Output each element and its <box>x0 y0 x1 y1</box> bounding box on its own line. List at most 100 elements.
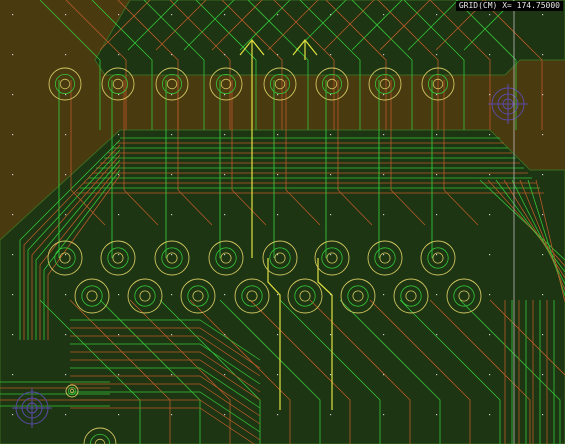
grid-dot <box>65 54 67 56</box>
grid-dot <box>277 174 279 176</box>
grid-dot <box>383 14 385 16</box>
grid-dot <box>489 14 491 16</box>
grid-dot <box>277 334 279 336</box>
grid-dot <box>542 294 544 296</box>
grid-dot <box>224 14 226 16</box>
grid-dot <box>330 254 332 256</box>
grid-dot <box>330 174 332 176</box>
grid-dot <box>65 414 67 416</box>
grid-dot <box>330 214 332 216</box>
grid-dot <box>224 334 226 336</box>
grid-dot <box>12 334 14 336</box>
grid-dot <box>542 134 544 136</box>
grid-dot <box>118 134 120 136</box>
grid-dot <box>383 94 385 96</box>
grid-dot <box>277 374 279 376</box>
grid-dot <box>118 414 120 416</box>
grid-dot <box>489 414 491 416</box>
pcb-editor-viewport[interactable]: GRID(CM) X= 174.75000 <box>0 0 565 444</box>
grid-dot <box>436 134 438 136</box>
grid-dot <box>118 334 120 336</box>
grid-dot <box>436 174 438 176</box>
grid-dot <box>65 254 67 256</box>
grid-dot <box>171 254 173 256</box>
grid-dot <box>171 414 173 416</box>
grid-dot <box>277 294 279 296</box>
grid-dot <box>277 134 279 136</box>
grid-dot <box>330 374 332 376</box>
ground-plane-region <box>94 0 565 76</box>
grid-dot <box>65 134 67 136</box>
grid-dot <box>489 334 491 336</box>
grid-dot <box>489 254 491 256</box>
grid-dot <box>436 254 438 256</box>
grid-dot <box>224 374 226 376</box>
grid-dot <box>277 14 279 16</box>
grid-dot <box>489 214 491 216</box>
grid-dot <box>489 54 491 56</box>
grid-dot <box>436 54 438 56</box>
grid-dot <box>12 14 14 16</box>
grid-dot <box>171 94 173 96</box>
grid-dot <box>542 14 544 16</box>
grid-dot <box>118 54 120 56</box>
grid-dot <box>489 174 491 176</box>
grid-dot <box>436 94 438 96</box>
pcb-layout-canvas[interactable] <box>0 0 565 444</box>
grid-dot <box>436 14 438 16</box>
grid-dot <box>171 374 173 376</box>
grid-dot <box>436 214 438 216</box>
grid-dot <box>330 334 332 336</box>
grid-dot <box>171 214 173 216</box>
grid-dot <box>65 334 67 336</box>
grid-dot <box>65 14 67 16</box>
grid-dot <box>12 254 14 256</box>
grid-dot <box>171 334 173 336</box>
grid-dot <box>330 414 332 416</box>
grid-dot <box>171 134 173 136</box>
grid-dot <box>489 294 491 296</box>
grid-dot <box>12 214 14 216</box>
grid-dot <box>383 254 385 256</box>
grid-dot <box>224 414 226 416</box>
grid-dot <box>171 14 173 16</box>
grid-dot <box>118 94 120 96</box>
grid-dot <box>118 254 120 256</box>
grid-dot <box>171 294 173 296</box>
grid-dot <box>383 414 385 416</box>
grid-dot <box>224 254 226 256</box>
grid-dot <box>12 134 14 136</box>
grid-dot <box>224 214 226 216</box>
grid-dot <box>171 174 173 176</box>
grid-dot <box>542 174 544 176</box>
grid-dot <box>489 94 491 96</box>
grid-dot <box>224 134 226 136</box>
grid-dot <box>542 54 544 56</box>
grid-dot <box>12 174 14 176</box>
grid-dot <box>330 94 332 96</box>
grid-dot <box>224 54 226 56</box>
grid-dot <box>65 294 67 296</box>
grid-coordinate-readout: GRID(CM) X= 174.75000 <box>455 1 563 11</box>
grid-dot <box>224 294 226 296</box>
grid-dot <box>542 94 544 96</box>
grid-dot <box>277 214 279 216</box>
grid-dot <box>12 374 14 376</box>
grid-dot <box>436 334 438 336</box>
grid-dot <box>118 374 120 376</box>
grid-dot <box>12 294 14 296</box>
grid-dot <box>65 374 67 376</box>
grid-dot <box>383 294 385 296</box>
grid-dot <box>118 174 120 176</box>
grid-dot <box>436 374 438 376</box>
grid-dot <box>224 94 226 96</box>
grid-dot <box>65 94 67 96</box>
grid-dot <box>383 374 385 376</box>
grid-dot <box>65 174 67 176</box>
grid-dot <box>383 334 385 336</box>
grid-dot <box>118 294 120 296</box>
grid-dot <box>118 214 120 216</box>
grid-dot <box>383 134 385 136</box>
grid-dot <box>330 134 332 136</box>
grid-dot <box>542 254 544 256</box>
